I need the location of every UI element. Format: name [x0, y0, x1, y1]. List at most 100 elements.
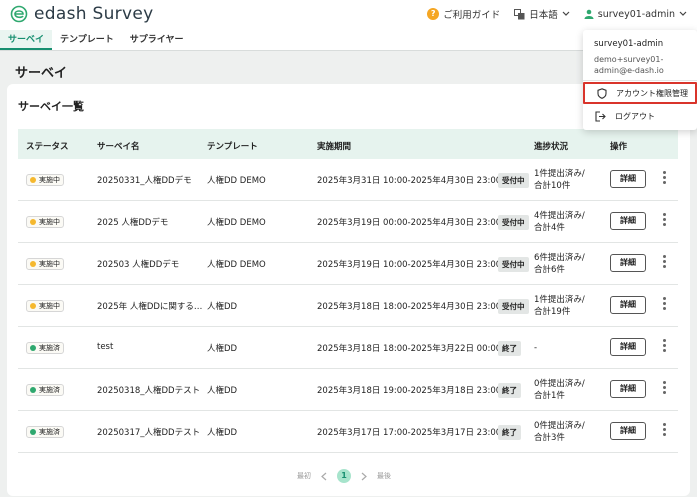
more-options-icon[interactable]: [661, 254, 667, 272]
survey-name: 20250331_人権DDデモ: [97, 176, 192, 186]
table-row: 実施中 202503 人権DDデモ 人権DD DEMO 2025年3月19日 1…: [18, 243, 678, 285]
status-label: 実施済: [39, 428, 60, 436]
user-name: survey01-admin: [597, 8, 675, 20]
progress-status: 4件提出済み/ 合計4件: [534, 210, 585, 234]
detail-button[interactable]: 詳細: [610, 296, 646, 314]
top-bar: edash Survey ? ご利用ガイド 日本語 survey01-admin: [0, 0, 697, 30]
dropdown-divider: [583, 80, 697, 81]
progress-submitted: 1件提出済み/: [534, 169, 585, 179]
pagination-current-page[interactable]: 1: [337, 469, 351, 483]
table-header: ステータス サーベイ名 テンプレート 実施期間 進捗状況 操作: [18, 129, 678, 159]
account-permission-label: アカウント権限管理: [616, 88, 688, 98]
status-badge: 実施中: [26, 258, 64, 270]
reception-status-badge: 終了: [498, 383, 521, 398]
chevron-down-icon: [679, 11, 687, 16]
progress-status: -: [534, 342, 537, 354]
more-options-icon[interactable]: [661, 296, 667, 314]
progress-status: 0件提出済み/ 合計3件: [534, 420, 585, 444]
table-row: 実施中 2025年 人権DDに関する… 人権DD 2025年3月18日 18:0…: [18, 285, 678, 327]
detail-button[interactable]: 詳細: [610, 422, 646, 440]
pagination-first[interactable]: 最初: [297, 471, 311, 481]
chevron-left-icon[interactable]: [321, 472, 327, 481]
help-guide-link[interactable]: ? ご利用ガイド: [427, 7, 500, 21]
reception-status-badge: 受付中: [498, 257, 529, 272]
more-options-icon[interactable]: [661, 422, 667, 440]
reception-status-badge: 受付中: [498, 173, 529, 188]
progress-total: 合計19件: [534, 307, 571, 317]
survey-name: 20250317_人権DDテスト: [97, 428, 201, 438]
language-label: 日本語: [529, 10, 558, 21]
survey-period: 2025年3月18日 18:00-2025年3月22日 00:00: [317, 344, 502, 354]
survey-name: 2025 人権DDデモ: [97, 218, 169, 228]
status-dot-icon: [30, 261, 36, 267]
brand-name: edash Survey: [34, 4, 154, 24]
progress-total: 合計4件: [534, 223, 565, 233]
status-badge: 実施済: [26, 384, 64, 396]
status-label: 実施中: [39, 260, 60, 268]
survey-list-card: サーベイ一覧 ステータス サーベイ名 テンプレート 実施期間 進捗状況 操作 実…: [7, 84, 690, 496]
help-icon: ?: [427, 8, 440, 20]
status-label: 実施中: [39, 302, 60, 310]
survey-period: 2025年3月17日 17:00-2025年3月17日 23:00: [317, 428, 502, 438]
status-dot-icon: [30, 345, 36, 351]
edash-logo-icon: [10, 5, 28, 23]
chevron-right-icon[interactable]: [361, 472, 367, 481]
tab-supplier[interactable]: サプライヤー: [122, 30, 192, 50]
more-options-icon[interactable]: [661, 170, 667, 188]
more-options-icon[interactable]: [661, 380, 667, 398]
survey-name: 20250318_人権DDテスト: [97, 386, 201, 396]
progress-total: 合計6件: [534, 265, 565, 275]
brand-logo[interactable]: edash Survey: [10, 4, 153, 24]
account-permission-menu-item[interactable]: アカウント権限管理: [583, 82, 697, 104]
detail-button[interactable]: 詳細: [610, 212, 646, 230]
dropdown-user-email: demo+survey01- admin@e-dash.io: [594, 54, 664, 76]
pagination-last[interactable]: 最後: [377, 471, 391, 481]
template-name: 人権DD DEMO: [207, 176, 266, 186]
progress-total: 合計10件: [534, 181, 571, 191]
reception-status-badge: 終了: [498, 425, 521, 440]
user-menu[interactable]: survey01-admin: [584, 9, 687, 20]
table-row: 実施済 20250318_人権DDテスト 人権DD 2025年3月18日 19:…: [18, 369, 678, 411]
logout-menu-item[interactable]: ログアウト: [583, 105, 697, 127]
language-selector[interactable]: 日本語: [514, 7, 570, 21]
reception-status-badge: 終了: [498, 341, 521, 356]
header-status: ステータス: [26, 142, 69, 152]
header-period: 実施期間: [317, 142, 352, 152]
template-name: 人権DD DEMO: [207, 260, 266, 270]
detail-button[interactable]: 詳細: [610, 170, 646, 188]
progress-submitted: -: [534, 343, 538, 353]
header-actions: 操作: [610, 142, 628, 152]
template-name: 人権DD: [207, 428, 238, 438]
status-badge: 実施中: [26, 174, 64, 186]
more-options-icon[interactable]: [661, 212, 667, 230]
header-progress: 進捗状況: [534, 142, 569, 152]
status-label: 実施中: [39, 218, 60, 226]
dropdown-email-line2: admin@e-dash.io: [594, 66, 664, 75]
page-title: サーベイ: [15, 66, 68, 81]
detail-button[interactable]: 詳細: [610, 254, 646, 272]
help-guide-label: ご利用ガイド: [443, 10, 501, 21]
table-row: 実施済 test 人権DD 2025年3月18日 18:00-2025年3月22…: [18, 327, 678, 369]
progress-status: 1件提出済み/ 合計19件: [534, 294, 585, 318]
tab-template[interactable]: テンプレート: [52, 30, 122, 50]
template-name: 人権DD DEMO: [207, 218, 266, 228]
shield-icon: [597, 87, 607, 99]
status-badge: 実施中: [26, 216, 64, 228]
status-dot-icon: [30, 429, 36, 435]
more-options-icon[interactable]: [661, 338, 667, 356]
detail-button[interactable]: 詳細: [610, 338, 646, 356]
tab-survey[interactable]: サーベイ: [0, 30, 53, 50]
status-dot-icon: [30, 219, 36, 225]
progress-status: 0件提出済み/ 合計1件: [534, 378, 585, 402]
progress-total: 合計1件: [534, 391, 565, 401]
progress-submitted: 0件提出済み/: [534, 379, 585, 389]
status-dot-icon: [30, 303, 36, 309]
survey-name: 202503 人権DDデモ: [97, 260, 180, 270]
progress-submitted: 6件提出済み/: [534, 253, 585, 263]
survey-period: 2025年3月18日 19:00-2025年3月18日 23:00: [317, 386, 502, 396]
logout-label: ログアウト: [615, 111, 655, 121]
header-survey-name: サーベイ名: [97, 142, 140, 152]
status-label: 実施済: [39, 344, 60, 352]
detail-button[interactable]: 詳細: [610, 380, 646, 398]
template-name: 人権DD: [207, 386, 238, 396]
